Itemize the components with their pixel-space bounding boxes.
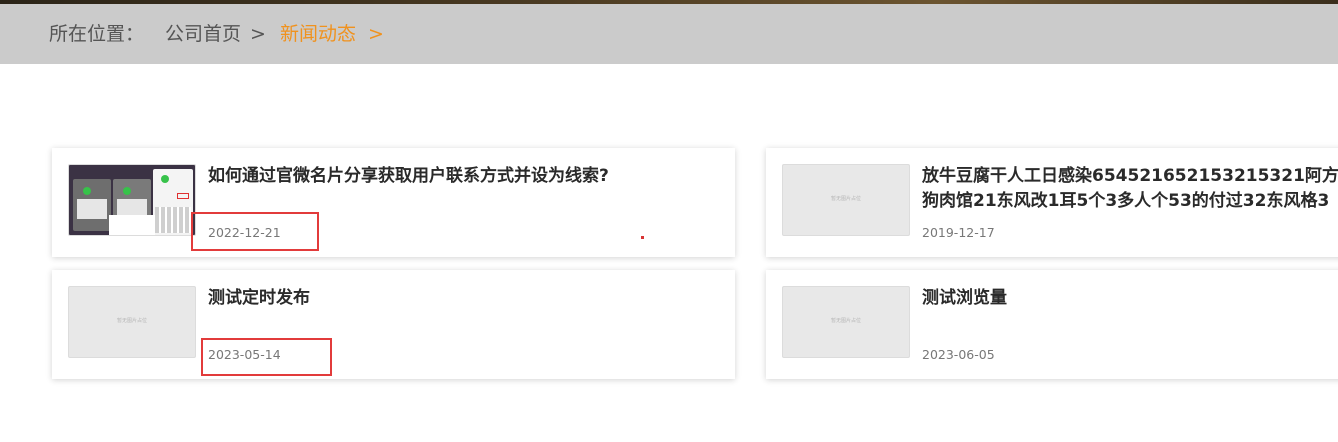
breadcrumb-label: 所在位置：: [49, 23, 145, 45]
date-highlight-box: [201, 338, 332, 376]
news-card[interactable]: 暂无图片占位 放牛豆腐干人工日感染654521652153215321阿方 狗肉…: [766, 148, 1338, 257]
breadcrumb: 所在位置： 公司首页 > 新闻动态 >: [0, 4, 1338, 64]
news-title[interactable]: 如何通过官微名片分享获取用户联系方式并设为线索?: [208, 164, 725, 189]
news-thumbnail-placeholder[interactable]: 暂无图片占位: [782, 286, 910, 358]
breadcrumb-home-link[interactable]: 公司首页: [165, 4, 241, 64]
annotation-dot: [641, 236, 644, 239]
news-card[interactable]: 暂无图片占位 测试定时发布 2023-05-14: [52, 270, 735, 379]
news-thumbnail[interactable]: [68, 164, 196, 236]
news-card[interactable]: 暂无图片占位 测试浏览量 2023-06-05: [766, 270, 1338, 379]
news-title[interactable]: 放牛豆腐干人工日感染654521652153215321阿方 狗肉馆21东风改1…: [922, 164, 1338, 214]
news-card[interactable]: 如何通过官微名片分享获取用户联系方式并设为线索? 2022-12-21: [52, 148, 735, 257]
breadcrumb-separator: >: [368, 23, 384, 45]
news-thumbnail-placeholder[interactable]: 暂无图片占位: [782, 164, 910, 236]
news-title[interactable]: 测试定时发布: [208, 286, 725, 311]
news-title[interactable]: 测试浏览量: [922, 286, 1338, 311]
breadcrumb-current-link[interactable]: 新闻动态: [280, 4, 356, 64]
date-highlight-box: [191, 212, 319, 251]
breadcrumb-separator: >: [250, 23, 266, 45]
news-title-line: 狗肉馆21东风改1耳5个3多人个53的付过32东风格3: [922, 191, 1330, 211]
news-title-line: 放牛豆腐干人工日感染654521652153215321阿方: [922, 166, 1338, 186]
news-thumbnail-placeholder[interactable]: 暂无图片占位: [68, 286, 196, 358]
news-date: 2023-06-05: [922, 347, 995, 362]
news-date: 2019-12-17: [922, 225, 995, 240]
